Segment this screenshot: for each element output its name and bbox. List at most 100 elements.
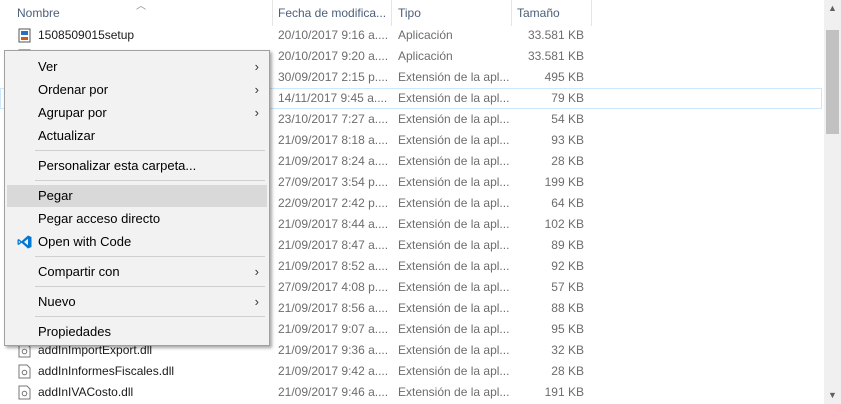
setup-app-icon: [18, 28, 31, 43]
file-date: 21/09/2017 8:24 a....: [278, 154, 389, 168]
file-type: Extensión de la apl...: [398, 175, 510, 189]
file-date: 14/11/2017 9:45 a....: [278, 91, 388, 105]
file-type: Extensión de la apl...: [398, 385, 510, 399]
file-type: Extensión de la apl...: [398, 154, 510, 168]
menu-separator: [35, 150, 265, 151]
context-menu: Ver › Ordenar por › Agrupar por › Actual…: [4, 50, 270, 346]
file-size: 32 KB: [551, 343, 584, 357]
file-type: Extensión de la apl...: [398, 322, 510, 336]
file-size: 57 KB: [551, 280, 584, 294]
file-size: 89 KB: [551, 238, 584, 252]
file-row[interactable]: addInIVACosto.dll 21/09/2017 9:46 a.... …: [0, 382, 822, 403]
column-header: Nombre ︿ Fecha de modifica... Tipo Tamañ…: [0, 0, 822, 26]
menu-item-label: Ordenar por: [38, 82, 109, 97]
file-date: 21/09/2017 8:52 a....: [278, 259, 389, 273]
file-type: Extensión de la apl...: [398, 259, 510, 273]
menu-item-label: Pegar acceso directo: [38, 211, 161, 226]
file-type: Extensión de la apl...: [398, 133, 510, 147]
file-type: Extensión de la apl...: [398, 238, 510, 252]
file-date: 22/09/2017 2:42 p....: [278, 196, 389, 210]
file-date: 21/09/2017 9:42 a....: [278, 364, 389, 378]
file-size: 28 KB: [551, 364, 584, 378]
scroll-down-arrow-icon[interactable]: ▼: [824, 387, 841, 404]
file-size: 102 KB: [544, 217, 584, 231]
file-date: 20/10/2017 9:20 a....: [278, 49, 389, 63]
menu-item-propiedades[interactable]: Propiedades: [7, 321, 267, 343]
column-header-type[interactable]: Tipo: [393, 0, 511, 26]
file-size: 33.581 KB: [527, 49, 584, 63]
menu-item-label: Propiedades: [38, 324, 111, 339]
column-header-date[interactable]: Fecha de modifica...: [273, 0, 391, 26]
menu-item-label: Nuevo: [38, 294, 76, 309]
dll-file-icon: [18, 364, 31, 379]
menu-item-nuevo[interactable]: Nuevo ›: [7, 291, 267, 313]
file-size: 79 KB: [551, 91, 584, 105]
file-type: Aplicación: [398, 28, 453, 42]
file-size: 495 KB: [544, 70, 584, 84]
column-divider[interactable]: [391, 0, 392, 26]
menu-item-personalizar[interactable]: Personalizar esta carpeta...: [7, 155, 267, 177]
file-date: 21/09/2017 9:46 a....: [278, 385, 389, 399]
file-date: 27/09/2017 4:08 p....: [278, 280, 389, 294]
file-type: Extensión de la apl...: [398, 364, 510, 378]
file-date: 30/09/2017 2:15 p....: [278, 70, 389, 84]
chevron-right-icon: ›: [254, 264, 259, 279]
file-size: 95 KB: [551, 322, 584, 336]
file-size: 33.581 KB: [527, 28, 584, 42]
file-type: Extensión de la apl...: [398, 196, 510, 210]
file-size: 54 KB: [551, 112, 584, 126]
scrollbar-thumb[interactable]: [826, 30, 839, 134]
file-date: 21/09/2017 8:44 a....: [278, 217, 389, 231]
file-size: 191 KB: [544, 385, 584, 399]
menu-item-label: Compartir con: [38, 264, 120, 279]
chevron-right-icon: ›: [254, 294, 259, 309]
file-date: 23/10/2017 7:27 a....: [278, 112, 389, 126]
column-divider[interactable]: [591, 0, 592, 26]
menu-item-ver[interactable]: Ver ›: [7, 56, 267, 78]
file-size: 92 KB: [551, 259, 584, 273]
dll-file-icon: [18, 385, 31, 400]
chevron-right-icon: ›: [254, 59, 259, 74]
menu-item-label: Open with Code: [38, 234, 132, 249]
column-header-size[interactable]: Tamaño: [512, 0, 592, 26]
vscode-icon: [17, 235, 32, 249]
menu-item-agrupar-por[interactable]: Agrupar por ›: [7, 102, 267, 124]
menu-item-compartir-con[interactable]: Compartir con ›: [7, 261, 267, 283]
file-date: 21/09/2017 9:07 a....: [278, 322, 389, 336]
menu-item-pegar[interactable]: Pegar: [7, 185, 267, 207]
file-name: 1508509015setup: [38, 28, 135, 42]
menu-item-actualizar[interactable]: Actualizar: [7, 125, 267, 147]
file-size: 199 KB: [544, 175, 584, 189]
file-type: Extensión de la apl...: [398, 280, 510, 294]
menu-item-label: Ver: [38, 59, 58, 74]
menu-item-label: Personalizar esta carpeta...: [38, 158, 197, 173]
menu-separator: [35, 180, 265, 181]
file-size: 93 KB: [551, 133, 584, 147]
vertical-scrollbar[interactable]: ▲ ▼: [824, 0, 841, 404]
file-date: 27/09/2017 3:54 p....: [278, 175, 389, 189]
menu-separator: [35, 316, 265, 317]
file-date: 21/09/2017 8:47 a....: [278, 238, 389, 252]
file-row[interactable]: addInInformesFiscales.dll 21/09/2017 9:4…: [0, 361, 822, 382]
file-name: addInIVACosto.dll: [38, 385, 134, 399]
file-size: 28 KB: [551, 154, 584, 168]
file-type: Extensión de la apl...: [398, 91, 510, 105]
chevron-right-icon: ›: [254, 105, 259, 120]
chevron-right-icon: ›: [254, 82, 259, 97]
menu-separator: [35, 286, 265, 287]
file-type: Extensión de la apl...: [398, 217, 510, 231]
file-row[interactable]: 1508509015setup 20/10/2017 9:16 a.... Ap…: [0, 25, 822, 46]
file-date: 20/10/2017 9:16 a....: [278, 28, 389, 42]
menu-item-label: Pegar: [38, 188, 73, 203]
file-type: Extensión de la apl...: [398, 112, 510, 126]
file-type: Extensión de la apl...: [398, 70, 510, 84]
file-date: 21/09/2017 8:18 a....: [278, 133, 389, 147]
menu-item-open-with-code[interactable]: Open with Code: [7, 231, 267, 253]
file-type: Extensión de la apl...: [398, 343, 510, 357]
menu-item-pegar-acceso-directo[interactable]: Pegar acceso directo: [7, 208, 267, 230]
scroll-up-arrow-icon[interactable]: ▲: [824, 0, 841, 17]
file-size: 64 KB: [551, 196, 584, 210]
sort-ascending-icon: ︿: [136, 1, 146, 12]
menu-item-ordenar-por[interactable]: Ordenar por ›: [7, 79, 267, 101]
file-type: Extensión de la apl...: [398, 301, 510, 315]
